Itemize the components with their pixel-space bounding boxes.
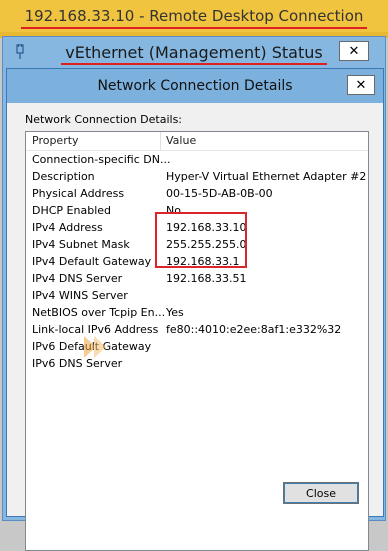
list-row[interactable]: NetBIOS over Tcpip En... Yes bbox=[26, 305, 368, 322]
row-property: Connection-specific DN... bbox=[32, 153, 171, 166]
column-header-property[interactable]: Property bbox=[32, 134, 79, 147]
list-header: Property Value bbox=[26, 132, 368, 151]
list-row[interactable]: Connection-specific DN... bbox=[26, 152, 368, 169]
list-row[interactable]: Description Hyper-V Virtual Ethernet Adap… bbox=[26, 169, 368, 186]
list-row[interactable]: IPv4 WINS Server bbox=[26, 288, 368, 305]
details-window: Network Connection Details ✕ Network Con… bbox=[6, 68, 384, 551]
status-close-button[interactable]: ✕ bbox=[339, 41, 369, 61]
close-button[interactable]: Close bbox=[283, 482, 359, 504]
row-property: Physical Address bbox=[32, 187, 125, 200]
column-separator[interactable] bbox=[160, 132, 161, 150]
watermark-icon bbox=[84, 336, 106, 358]
row-property: NetBIOS over Tcpip En... bbox=[32, 306, 166, 319]
row-property: IPv4 Address bbox=[32, 221, 103, 234]
list-row[interactable]: Link-local IPv6 Address fe80::4010:e2ee:8… bbox=[26, 322, 368, 339]
row-value: 00-15-5D-AB-0B-00 bbox=[166, 187, 273, 200]
row-value: fe80::4010:e2ee:8af1:e332%32 bbox=[166, 323, 342, 336]
details-title-bar: Network Connection Details ✕ bbox=[7, 69, 383, 103]
details-close-icon-button[interactable]: ✕ bbox=[347, 75, 375, 95]
list-row[interactable]: IPv6 DNS Server bbox=[26, 356, 368, 373]
section-label: Network Connection Details: bbox=[25, 113, 183, 126]
row-property: DHCP Enabled bbox=[32, 204, 112, 217]
details-window-title: Network Connection Details bbox=[97, 78, 293, 94]
column-header-value[interactable]: Value bbox=[166, 134, 196, 147]
status-title-bar: vEthernet (Management) Status bbox=[3, 37, 385, 67]
rdp-title: 192.168.33.10 - Remote Desktop Connectio… bbox=[20, 7, 368, 29]
network-plug-icon bbox=[16, 44, 24, 59]
list-row[interactable]: IPv6 Default Gateway bbox=[26, 339, 368, 356]
status-window-title: vEthernet (Management) Status bbox=[61, 42, 328, 65]
row-value: 192.168.33.51 bbox=[166, 272, 247, 285]
row-property: Description bbox=[32, 170, 95, 183]
highlight-box bbox=[155, 212, 247, 268]
rdp-title-bar: 192.168.33.10 - Remote Desktop Connectio… bbox=[0, 0, 388, 32]
list-row[interactable]: Physical Address 00-15-5D-AB-0B-00 bbox=[26, 186, 368, 203]
row-property: IPv4 DNS Server bbox=[32, 272, 123, 285]
row-property: IPv4 Default Gateway bbox=[32, 255, 152, 268]
row-value: Yes bbox=[166, 306, 184, 319]
list-row[interactable]: IPv4 DNS Server 192.168.33.51 bbox=[26, 271, 368, 288]
row-property: IPv4 Subnet Mask bbox=[32, 238, 130, 251]
row-property: IPv4 WINS Server bbox=[32, 289, 128, 302]
row-value: Hyper-V Virtual Ethernet Adapter #2 bbox=[166, 170, 367, 183]
details-body: Network Connection Details: Property Val… bbox=[11, 103, 379, 551]
